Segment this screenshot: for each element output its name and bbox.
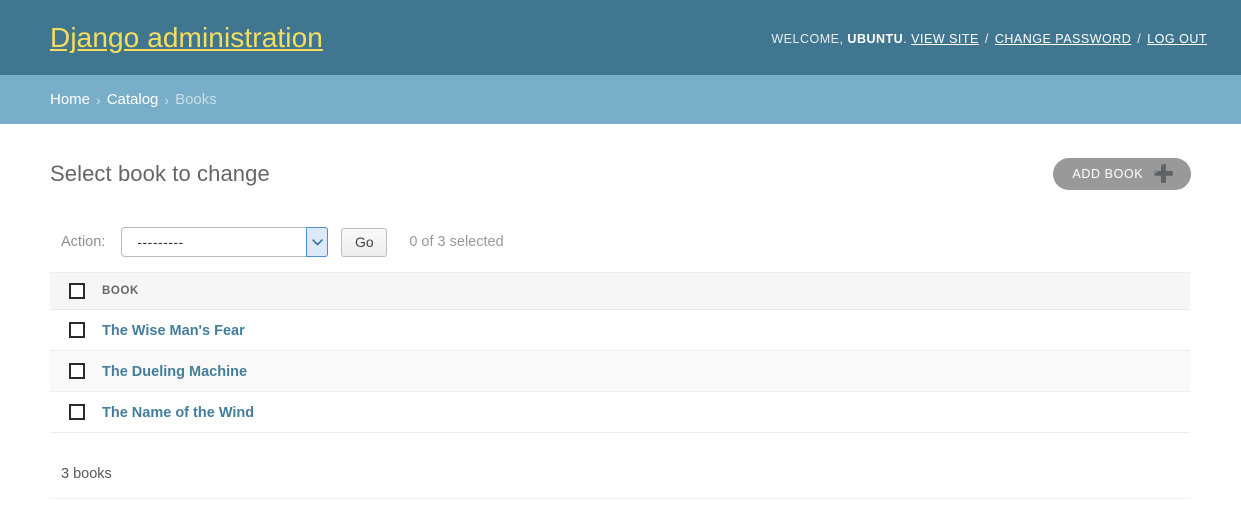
column-header-book[interactable]: BOOK [102,273,1190,310]
change-password-link[interactable]: CHANGE PASSWORD [995,32,1131,46]
table-row: The Wise Man's Fear [50,310,1190,351]
log-out-link[interactable]: LOG OUT [1147,32,1207,46]
welcome-period: . [903,32,907,46]
book-title-link[interactable]: The Dueling Machine [102,364,247,380]
breadcrumb-home[interactable]: Home [50,91,90,108]
user-tools-separator-2: / [1135,32,1143,46]
changelist: Action: --------- Go 0 of 3 selected [50,196,1191,499]
breadcrumb-separator-1: › [90,92,107,108]
table-row: The Dueling Machine [50,351,1190,392]
results-table: BOOK The Wise Man's Fear [50,272,1190,433]
table-row: The Name of the Wind [50,392,1190,433]
admin-header: Django administration WELCOME, UBUNTU. V… [0,0,1241,75]
content-header: Select book to change ADD BOOK ➕ [50,124,1191,196]
user-tools: WELCOME, UBUNTU. VIEW SITE / CHANGE PASS… [771,30,1207,46]
row-select-cell [50,392,102,433]
row-book-cell: The Dueling Machine [102,351,1190,392]
row-checkbox[interactable] [69,322,85,338]
row-checkbox[interactable] [69,363,85,379]
results-table-body: The Wise Man's Fear The Dueling Machine [50,310,1190,433]
breadcrumb-separator-2: › [158,92,175,108]
welcome-text: WELCOME, [771,32,843,46]
object-tools: ADD BOOK ➕ [1053,158,1191,190]
book-title-link[interactable]: The Wise Man's Fear [102,323,245,339]
action-select-value: --------- [122,235,183,249]
row-checkbox[interactable] [69,404,85,420]
action-select[interactable]: --------- [121,227,328,257]
row-select-cell [50,310,102,351]
row-book-cell: The Wise Man's Fear [102,310,1190,351]
user-tools-separator-1: / [983,32,991,46]
view-site-link[interactable]: VIEW SITE [911,32,979,46]
username-label: UBUNTU [847,32,903,46]
row-book-cell: The Name of the Wind [102,392,1190,433]
result-count: 3 books [50,448,1190,499]
chevron-down-icon[interactable] [306,227,328,257]
action-label: Action: [61,234,105,250]
row-select-cell [50,351,102,392]
add-book-button[interactable]: ADD BOOK ➕ [1053,158,1191,190]
breadcrumb-current-books: Books [175,91,217,108]
select-all-checkbox[interactable] [69,283,85,299]
plus-icon: ➕ [1153,165,1175,182]
table-header-row: BOOK [50,273,1190,310]
add-book-label: ADD BOOK [1072,167,1143,181]
actions-toolbar: Action: --------- Go 0 of 3 selected [50,220,1191,264]
breadcrumb: Home › Catalog › Books [0,75,1241,124]
breadcrumb-catalog[interactable]: Catalog [107,91,159,108]
select-all-header [50,273,102,310]
action-counter: 0 of 3 selected [409,234,503,250]
content-area: Select book to change ADD BOOK ➕ Action:… [0,124,1241,499]
page-title: Select book to change [50,161,270,187]
site-title-link[interactable]: Django administration [50,22,323,54]
results-table-head: BOOK [50,273,1190,310]
book-title-link[interactable]: The Name of the Wind [102,405,254,421]
go-button[interactable]: Go [341,228,387,257]
